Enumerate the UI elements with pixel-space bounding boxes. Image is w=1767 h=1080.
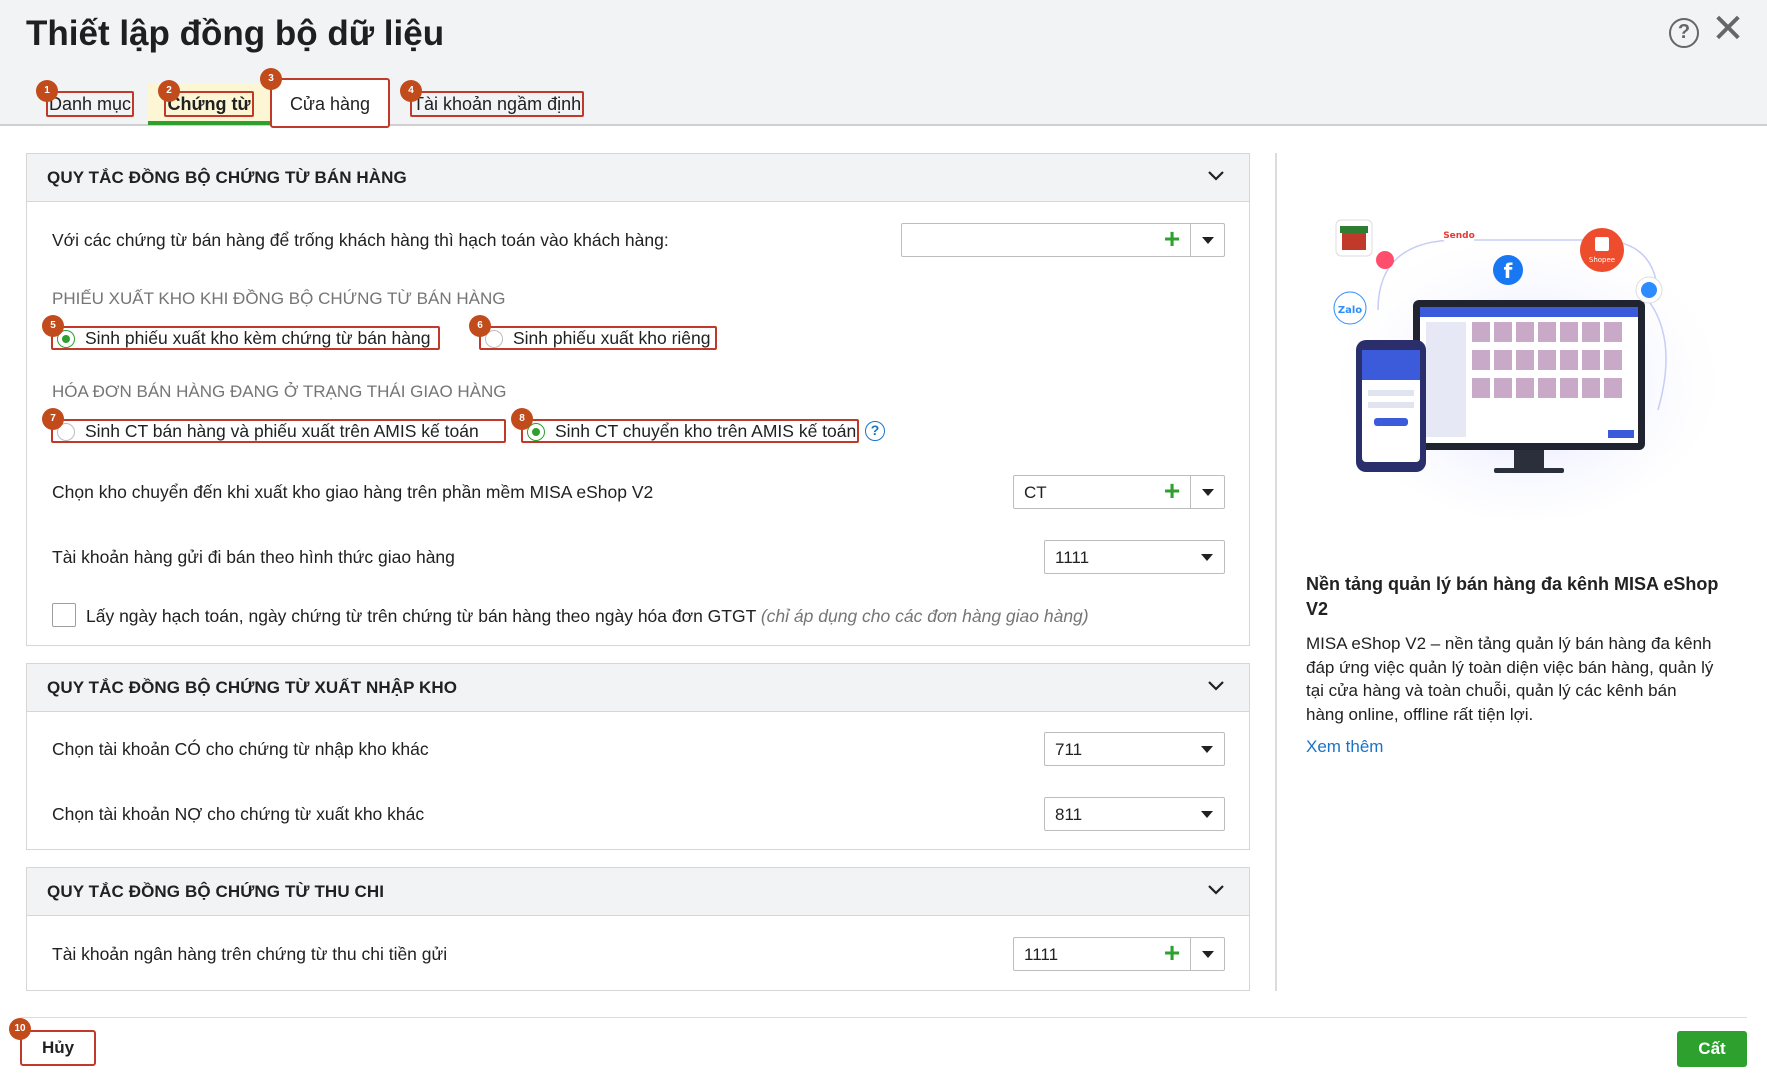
radio-label: Sinh phiếu xuất kho kèm chứng từ bán hàn… [85,328,431,348]
invoice-date-checkbox[interactable] [52,603,76,627]
dropdown-arrow-icon[interactable] [1190,798,1224,830]
step-marker: 4 [400,80,422,102]
sendo-logo: Sendo [1443,231,1475,241]
section-header[interactable]: QUY TẮC ĐỒNG BỘ CHỨNG TỪ XUẤT NHẬP KHO [27,664,1249,712]
step-marker: 2 [158,80,180,102]
combo-value: 811 [1055,805,1083,824]
debit-account-select[interactable]: 811 [1044,797,1225,831]
panel-divider [1275,153,1277,991]
add-icon[interactable]: + [1158,477,1186,506]
zalo-logo: Zalo [1338,305,1362,316]
tab-label: Danh mục [46,91,135,117]
delivery-heading: HÓA ĐƠN BÁN HÀNG ĐANG Ở TRẠNG THÁI GIAO … [52,382,507,401]
question-icon[interactable]: ? [865,421,885,441]
chevron-down-icon[interactable] [1205,164,1227,186]
export-option-separate[interactable]: Sinh phiếu xuất kho riêng [479,326,717,350]
close-icon[interactable]: ✕ [1711,9,1745,49]
cash-sync-section: QUY TẮC ĐỒNG BỘ CHỨNG TỪ THU CHI Tài kho… [26,867,1250,991]
warehouse-label: Chọn kho chuyển đến khi xuất kho giao hà… [52,482,654,502]
warehouse-combobox[interactable]: CT + [1013,475,1225,509]
step-marker: 6 [469,315,491,337]
radio-label: Sinh CT chuyển kho trên AMIS kế toán [555,421,857,441]
dropdown-arrow-icon[interactable] [1190,224,1224,256]
checkbox-note: (chỉ áp dụng cho các đơn hàng giao hàng) [760,606,1089,626]
tab-danh-muc[interactable]: Danh mục [46,91,135,117]
dropdown-arrow-icon[interactable] [1190,541,1224,573]
checkbox-label: Lấy ngày hạch toán, ngày chứng từ trên c… [86,606,756,626]
consignment-account-select[interactable]: 1111 [1044,540,1225,574]
bank-account-combobox[interactable]: 1111 + [1013,937,1225,971]
add-icon[interactable]: + [1158,939,1186,968]
help-icon[interactable]: ? [1669,18,1699,48]
facebook-logo: f [1504,259,1513,283]
export-heading: PHIẾU XUẤT KHO KHI ĐỒNG BỘ CHỨNG TỪ BÁN … [52,289,506,308]
inventory-sync-section: QUY TẮC ĐỒNG BỘ CHỨNG TỪ XUẤT NHẬP KHO C… [26,663,1250,850]
consignment-account-label: Tài khoản hàng gửi đi bán theo hình thức… [52,547,455,567]
section-title: QUY TẮC ĐỒNG BỘ CHỨNG TỪ XUẤT NHẬP KHO [47,678,458,697]
dropdown-arrow-icon[interactable] [1190,938,1224,970]
footer-divider [20,1017,1747,1018]
combo-value: 1111 [1024,945,1059,964]
credit-account-select[interactable]: 711 [1044,732,1225,766]
step-marker: 3 [260,68,282,90]
radio-label: Sinh CT bán hàng và phiếu xuất trên AMIS… [85,421,479,441]
dialog-header: Thiết lập đồng bộ dữ liệu ? ✕ Danh mục C… [0,0,1767,128]
add-icon[interactable]: + [1158,225,1186,254]
step-marker: 1 [36,80,58,102]
step-marker: 5 [42,315,64,337]
step-marker: 7 [42,408,64,430]
delivery-option-transfer[interactable]: Sinh CT chuyển kho trên AMIS kế toán [521,419,859,443]
see-more-link[interactable]: Xem thêm [1306,737,1383,757]
section-title: QUY TẮC ĐỒNG BỘ CHỨNG TỪ BÁN HÀNG [47,168,407,187]
tab-label: Cửa hàng [289,94,371,114]
promo-title: Nền tảng quản lý bán hàng đa kênh MISA e… [1306,574,1719,619]
step-marker: 10 [9,1018,31,1040]
tab-cua-hang[interactable]: Cửa hàng [270,78,390,128]
section-header[interactable]: QUY TẮC ĐỒNG BỘ CHỨNG TỪ BÁN HÀNG [27,154,1249,202]
empty-customer-label: Với các chứng từ bán hàng để trống khách… [52,230,669,250]
section-title: QUY TẮC ĐỒNG BỘ CHỨNG TỪ THU CHI [47,882,385,901]
delivery-option-sales-and-export[interactable]: Sinh CT bán hàng và phiếu xuất trên AMIS… [51,419,506,443]
dropdown-arrow-icon[interactable] [1190,733,1224,765]
combo-value: CT [1024,483,1047,502]
tab-tai-khoan-ngam-dinh[interactable]: Tài khoản ngầm định [410,91,585,117]
combo-value: 1111 [1055,548,1090,567]
sync-settings-dialog: Thiết lập đồng bộ dữ liệu ? ✕ Danh mục C… [0,0,1767,1080]
chevron-down-icon[interactable] [1205,878,1227,900]
eshop-illustration: Zalo Sendo f Shopee [1318,190,1718,520]
section-header[interactable]: QUY TẮC ĐỒNG BỘ CHỨNG TỪ THU CHI [27,868,1249,916]
step-marker: 8 [511,408,533,430]
combo-value: 711 [1055,740,1083,759]
dialog-title: Thiết lập đồng bộ dữ liệu [26,14,445,53]
cancel-button[interactable]: Hủy [20,1030,96,1066]
promo-description: MISA eShop V2 – nền tảng quản lý bán hàn… [1306,634,1714,724]
debit-account-label: Chọn tài khoản NỢ cho chứng từ xuất kho … [52,804,425,824]
radio-label: Sinh phiếu xuất kho riêng [513,328,711,348]
chevron-down-icon[interactable] [1205,674,1227,696]
export-option-with-sales[interactable]: Sinh phiếu xuất kho kèm chứng từ bán hàn… [51,326,440,350]
dropdown-arrow-icon[interactable] [1190,476,1224,508]
save-button[interactable]: Cất [1677,1031,1747,1067]
tab-label: Tài khoản ngầm định [410,91,585,117]
shopee-logo: Shopee [1589,256,1615,264]
bank-account-label: Tài khoản ngân hàng trên chứng từ thu ch… [52,944,448,964]
invoice-date-label: Lấy ngày hạch toán, ngày chứng từ trên c… [86,606,1089,627]
sales-sync-section: QUY TẮC ĐỒNG BỘ CHỨNG TỪ BÁN HÀNG Với cá… [26,153,1250,646]
credit-account-label: Chọn tài khoản CÓ cho chứng từ nhập kho … [52,739,429,759]
empty-customer-combobox[interactable]: + [901,223,1225,257]
